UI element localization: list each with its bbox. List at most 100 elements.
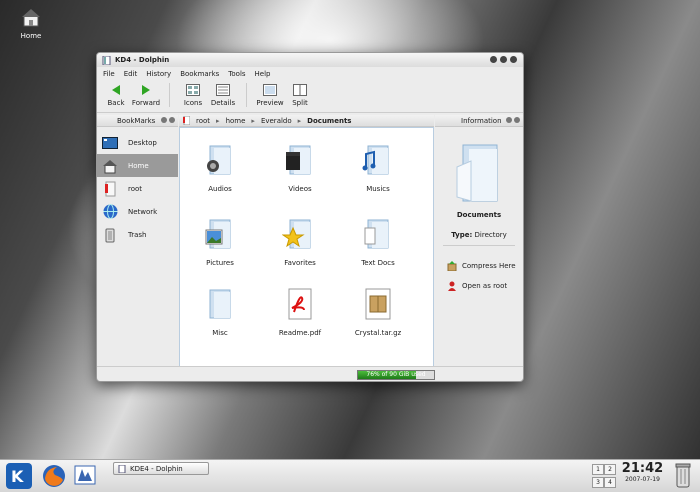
- bookmark-network[interactable]: Network: [97, 200, 178, 223]
- crumb-separator: ▸: [297, 116, 302, 125]
- forward-button[interactable]: Forward: [131, 82, 161, 107]
- crumb-everaldo[interactable]: Everaldo: [261, 117, 292, 125]
- icons-view-icon: [186, 83, 200, 96]
- bookmarks-header: BookMarks: [97, 115, 178, 127]
- file-label: Readme.pdf: [278, 329, 322, 337]
- bookmark-desktop[interactable]: Desktop: [97, 131, 178, 154]
- panel-close-icon[interactable]: [514, 117, 520, 123]
- bookmark-label: Trash: [128, 230, 147, 239]
- toolbar-separator: [169, 83, 170, 107]
- file-item-text-docs[interactable]: Text Docs: [343, 216, 413, 267]
- desktop-home-icon[interactable]: Home: [14, 6, 48, 40]
- root-user-icon: [448, 281, 456, 291]
- menu-tools[interactable]: Tools: [228, 70, 245, 78]
- panel-float-icon[interactable]: [161, 117, 167, 123]
- bookmark-home[interactable]: Home: [97, 154, 178, 177]
- back-label: Back: [107, 99, 125, 107]
- file-label: Crystal.tar.gz: [354, 329, 402, 337]
- menu-history[interactable]: History: [146, 70, 171, 78]
- breadcrumb: root ▸ home ▸ Everaldo ▸ Documents: [179, 115, 434, 127]
- preview-icon: [263, 83, 277, 96]
- panel-close-icon[interactable]: [169, 117, 175, 123]
- bookmark-label: Home: [128, 161, 149, 170]
- menu-help[interactable]: Help: [255, 70, 271, 78]
- file-item-videos[interactable]: Videos: [265, 142, 335, 193]
- window-title: KD4 - Dolphin: [115, 56, 170, 64]
- minimize-icon[interactable]: [490, 56, 497, 63]
- pager-desktop-3[interactable]: 3: [592, 477, 604, 488]
- action-label: Open as root: [462, 282, 508, 290]
- maximize-icon[interactable]: [500, 56, 507, 63]
- info-name: Documents: [456, 211, 502, 219]
- root-icon: [105, 181, 116, 196]
- folder-text-icon: [364, 219, 389, 249]
- preview-label: Preview: [256, 99, 284, 107]
- file-item-audios[interactable]: Audios: [185, 142, 255, 193]
- archive-icon: [365, 288, 391, 320]
- taskbar-task-dolphin[interactable]: KDE4 - Dolphin: [113, 462, 209, 475]
- dolphin-window: KD4 - Dolphin File Edit History Bookmark…: [96, 52, 524, 382]
- file-item-favorites[interactable]: Favorites: [265, 216, 335, 267]
- forward-label: Forward: [131, 99, 161, 107]
- status-bar: 76% of 90 GiB used: [97, 366, 523, 381]
- crumb-home[interactable]: home: [226, 117, 246, 125]
- task-label: KDE4 - Dolphin: [130, 464, 183, 473]
- folder-pictures-icon: [205, 219, 231, 249]
- details-label: Details: [210, 99, 236, 107]
- pager-desktop-1[interactable]: 1: [592, 464, 604, 475]
- details-view-button[interactable]: Details: [208, 82, 238, 107]
- root-icon: [183, 116, 190, 125]
- information-header: Information: [435, 115, 523, 127]
- trash-icon[interactable]: [674, 463, 692, 489]
- back-button[interactable]: Back: [101, 82, 131, 107]
- information-title: Information: [461, 116, 502, 125]
- file-manager-icon[interactable]: [74, 464, 96, 486]
- file-item-misc[interactable]: Misc: [185, 286, 255, 337]
- icon-view[interactable]: Audios Videos Musics Pictures Favorites: [179, 127, 434, 367]
- app-icon: [118, 464, 126, 473]
- clock[interactable]: 21:42 2007-07-19: [620, 461, 665, 483]
- file-label: Audios: [208, 185, 232, 193]
- icons-label: Icons: [183, 99, 203, 107]
- firefox-icon[interactable]: [42, 464, 66, 488]
- folder-music-icon: [362, 145, 389, 175]
- trash-icon: [105, 228, 115, 242]
- file-item-musics[interactable]: Musics: [343, 142, 413, 193]
- compress-icon: [447, 261, 457, 271]
- folder-audio-icon: [207, 145, 231, 175]
- app-icon: [102, 55, 111, 65]
- bookmark-trash[interactable]: Trash: [97, 223, 178, 246]
- open-as-root-action[interactable]: Open as root: [435, 276, 523, 296]
- preview-button[interactable]: Preview: [255, 82, 285, 107]
- menu-bookmarks[interactable]: Bookmarks: [180, 70, 219, 78]
- close-icon[interactable]: [510, 56, 517, 63]
- clock-time: 21:42: [621, 461, 664, 476]
- folder-video-icon: [286, 145, 311, 175]
- folder-favorites-icon: [281, 219, 311, 249]
- file-label: Misc: [212, 329, 228, 337]
- title-bar[interactable]: KD4 - Dolphin: [97, 53, 523, 67]
- pager-desktop-4[interactable]: 4: [604, 477, 616, 488]
- icons-view-button[interactable]: Icons: [178, 82, 208, 107]
- file-label: Videos: [288, 185, 312, 193]
- crumb-documents[interactable]: Documents: [307, 117, 351, 125]
- bookmark-root[interactable]: root: [97, 177, 178, 200]
- compress-here-action[interactable]: Compress Here: [435, 256, 523, 276]
- crumb-root[interactable]: root: [196, 117, 210, 125]
- menu-file[interactable]: File: [103, 70, 115, 78]
- kde-menu-icon[interactable]: K: [6, 463, 32, 489]
- file-item-readme-pdf[interactable]: Readme.pdf: [265, 286, 335, 337]
- pager-desktop-2[interactable]: 2: [604, 464, 616, 475]
- menu-bar: File Edit History Bookmarks Tools Help: [97, 67, 523, 80]
- file-item-pictures[interactable]: Pictures: [185, 216, 255, 267]
- file-label: Musics: [366, 185, 390, 193]
- crumb-separator: ▸: [216, 116, 220, 125]
- menu-edit[interactable]: Edit: [124, 70, 138, 78]
- split-button[interactable]: Split: [285, 82, 315, 107]
- forward-arrow-icon: [142, 84, 150, 95]
- file-label: Favorites: [284, 259, 316, 267]
- crumb-separator: ▸: [251, 116, 255, 125]
- file-item-crystal-tar-gz[interactable]: Crystal.tar.gz: [343, 286, 413, 337]
- panel-float-icon[interactable]: [506, 117, 512, 123]
- pdf-icon: [288, 288, 312, 320]
